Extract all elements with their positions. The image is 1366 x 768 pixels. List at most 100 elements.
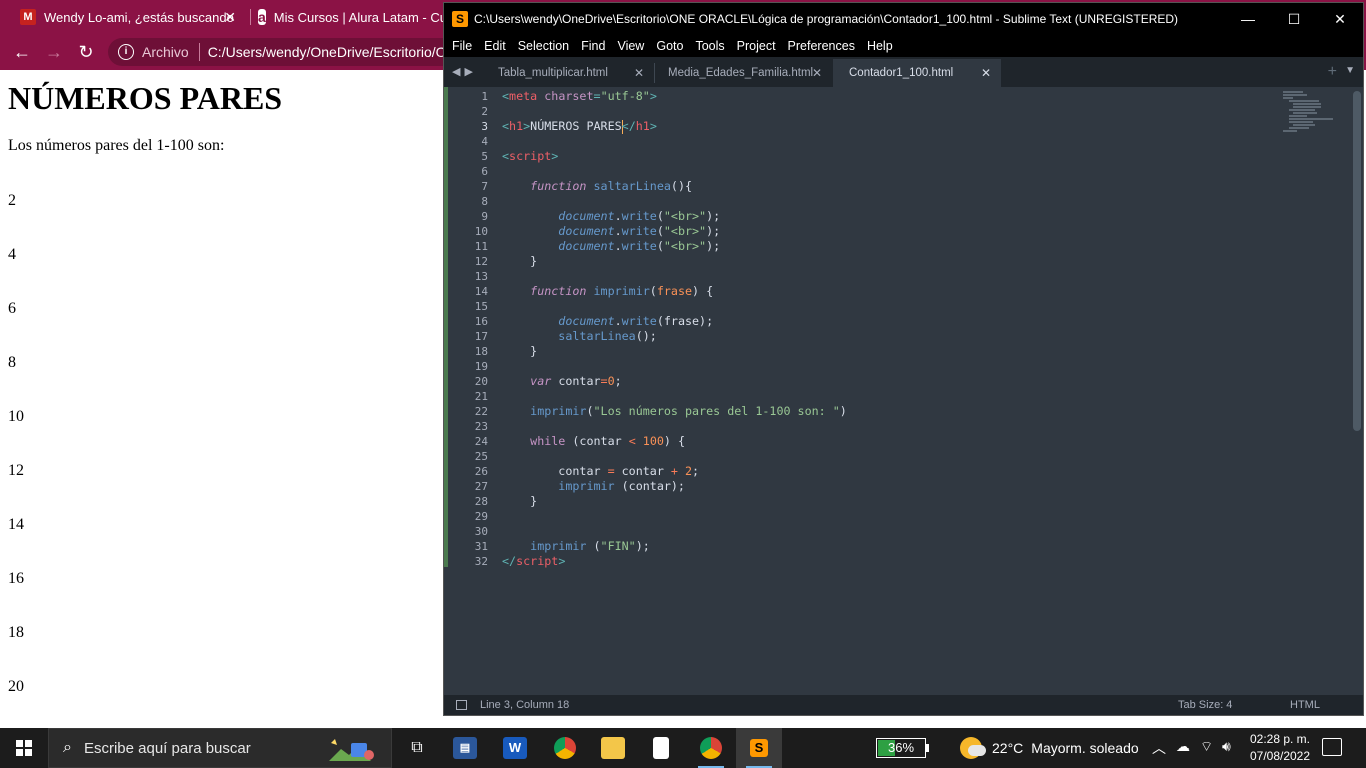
- tab-size-indicator[interactable]: Tab Size: 4: [1178, 699, 1232, 711]
- code-line: var contar=0;: [530, 374, 622, 388]
- code-line: while (contar < 100) {: [530, 434, 686, 448]
- code-line: }: [502, 494, 538, 508]
- taskbar-app-chrome-profile[interactable]: [688, 728, 734, 768]
- menu-find[interactable]: Find: [575, 35, 611, 57]
- code-line: imprimir ("FIN");: [530, 539, 650, 553]
- tab-label: Media_Edades_Familia.html: [668, 67, 814, 79]
- tab-contador[interactable]: Contador1_100.html ✕: [833, 59, 1001, 87]
- code-line: }: [502, 254, 538, 268]
- browser-tab-title: Mis Cursos | Alura Latam - Cur: [273, 9, 444, 25]
- code-line: document.write("<br>");: [558, 239, 721, 253]
- new-tab-plus-icon[interactable]: +: [1328, 63, 1337, 81]
- menu-project[interactable]: Project: [731, 35, 782, 57]
- windows-taskbar: ⌕ Escribe aquí para buscar ⧉ ▤ W S 36% 2…: [0, 728, 1366, 768]
- even-number: 4: [8, 246, 16, 263]
- code-line: <script>: [502, 149, 559, 163]
- search-placeholder: Escribe aquí para buscar: [83, 739, 251, 757]
- page-intro-text: Los números pares del 1-100 son:: [8, 137, 225, 154]
- menu-help[interactable]: Help: [861, 35, 899, 57]
- even-number: 2: [8, 192, 16, 209]
- code-line-current: <h1>NÚMEROS PARES</h1>: [502, 119, 657, 134]
- word-icon: W: [503, 737, 527, 759]
- info-icon[interactable]: i: [118, 44, 134, 60]
- status-bar: Line 3, Column 18 Tab Size: 4 HTML: [444, 695, 1363, 715]
- code-line: contar = contar + 2;: [502, 464, 700, 478]
- taskbar-search[interactable]: ⌕ Escribe aquí para buscar: [48, 728, 392, 768]
- volume-icon[interactable]: 🔊︎: [1222, 738, 1231, 755]
- maximize-icon[interactable]: ☐: [1271, 3, 1317, 35]
- partly-sunny-icon: [960, 737, 986, 759]
- tab-media-edades[interactable]: Media_Edades_Familia.html ✕: [652, 59, 832, 87]
- taskbar-app-sublime[interactable]: S: [736, 728, 782, 768]
- taskbar-app-news[interactable]: ▤: [442, 728, 488, 768]
- vertical-scrollbar[interactable]: [1353, 91, 1361, 431]
- notification-center-icon[interactable]: [1322, 738, 1342, 756]
- window-titlebar[interactable]: S C:\Users\wendy\OneDrive\Escritorio\ONE…: [444, 3, 1363, 35]
- code-line: imprimir (contar);: [558, 479, 685, 493]
- close-icon[interactable]: ✕: [634, 66, 644, 80]
- search-highlight-illustration-icon[interactable]: [327, 735, 377, 763]
- menu-preferences[interactable]: Preferences: [782, 35, 861, 57]
- tab-tabla-multiplicar[interactable]: Tabla_multiplicar.html ✕: [482, 59, 654, 87]
- chrome-icon: [700, 737, 722, 759]
- address-bar[interactable]: i Archivo C:/Users/wendy/OneDrive/Escrit…: [108, 38, 448, 66]
- browser-tab-alura[interactable]: a Mis Cursos | Alura Latam - Cur: [258, 0, 444, 34]
- panel-toggle-icon[interactable]: [456, 700, 467, 710]
- menu-edit[interactable]: Edit: [478, 35, 512, 57]
- battery-nub: [926, 744, 929, 752]
- even-number: 10: [8, 408, 24, 425]
- code-text[interactable]: <meta charset="utf-8"> <h1>NÚMEROS PARES…: [502, 89, 1243, 569]
- system-clock[interactable]: 02:28 p. m. 07/08/2022: [1240, 731, 1320, 765]
- browser-tab-gmail[interactable]: M Wendy Lo-ami, ¿estás buscando ✕: [20, 0, 244, 34]
- news-icon: ▤: [453, 737, 477, 759]
- onedrive-error-icon[interactable]: ☁: [1176, 738, 1190, 755]
- taskbar-app-notepad[interactable]: [638, 728, 684, 768]
- chevron-up-icon[interactable]: ︿: [1152, 738, 1166, 758]
- menu-goto[interactable]: Goto: [650, 35, 689, 57]
- menu-selection[interactable]: Selection: [512, 35, 575, 57]
- sublime-logo-icon: S: [452, 11, 468, 27]
- taskbar-app-chrome[interactable]: [542, 728, 588, 768]
- battery-indicator[interactable]: 36%: [876, 738, 929, 758]
- code-editor[interactable]: 1234 5678 9 10 11 12 13 14 15 16 17 18 19 20 21 22…: [444, 87, 1363, 695]
- menu-file[interactable]: File: [446, 35, 478, 57]
- reload-icon[interactable]: ↻: [74, 40, 98, 64]
- task-view-button[interactable]: ⧉: [394, 728, 440, 768]
- close-icon[interactable]: ✕: [812, 66, 822, 80]
- weather-temperature: 22°C: [992, 740, 1024, 756]
- syntax-indicator[interactable]: HTML: [1290, 699, 1320, 711]
- web-page-content: NÚMEROS PARES Los números pares del 1-10…: [0, 70, 444, 728]
- taskbar-app-word[interactable]: W: [492, 728, 538, 768]
- code-line: document.write("<br>");: [558, 209, 721, 223]
- tab-dropdown-icon[interactable]: ▼: [1345, 65, 1355, 76]
- even-number: 8: [8, 354, 16, 371]
- taskbar-app-file-explorer[interactable]: [590, 728, 636, 768]
- start-button[interactable]: [0, 728, 48, 768]
- wifi-icon[interactable]: ⌔: [1200, 738, 1213, 756]
- line-number-gutter: 1234 5678 9 10 11 12 13 14 15 16 17 18 19 20 21 22…: [474, 90, 488, 568]
- code-line: document.write("<br>");: [558, 224, 721, 238]
- close-icon[interactable]: ✕: [1317, 3, 1363, 35]
- weather-description: Mayorm. soleado: [1031, 740, 1139, 756]
- code-line: </script>: [502, 554, 566, 568]
- forward-arrow-icon[interactable]: →: [42, 40, 66, 64]
- tab-label: Contador1_100.html: [849, 67, 954, 79]
- cursor-position[interactable]: Line 3, Column 18: [480, 699, 569, 711]
- close-icon[interactable]: ✕: [224, 9, 236, 26]
- minimap[interactable]: [1283, 91, 1343, 161]
- close-icon[interactable]: ✕: [981, 66, 991, 80]
- minimize-icon[interactable]: —: [1225, 3, 1271, 35]
- menu-view[interactable]: View: [611, 35, 650, 57]
- page-heading: NÚMEROS PARES: [8, 80, 283, 116]
- menu-tools[interactable]: Tools: [689, 35, 730, 57]
- window-title: C:\Users\wendy\OneDrive\Escritorio\ONE O…: [474, 12, 1179, 26]
- weather-widget[interactable]: 22°C Mayorm. soleado: [960, 728, 1139, 768]
- tab-nav-arrows-icon[interactable]: ◀▶: [452, 65, 477, 78]
- back-arrow-icon[interactable]: ←: [10, 40, 34, 64]
